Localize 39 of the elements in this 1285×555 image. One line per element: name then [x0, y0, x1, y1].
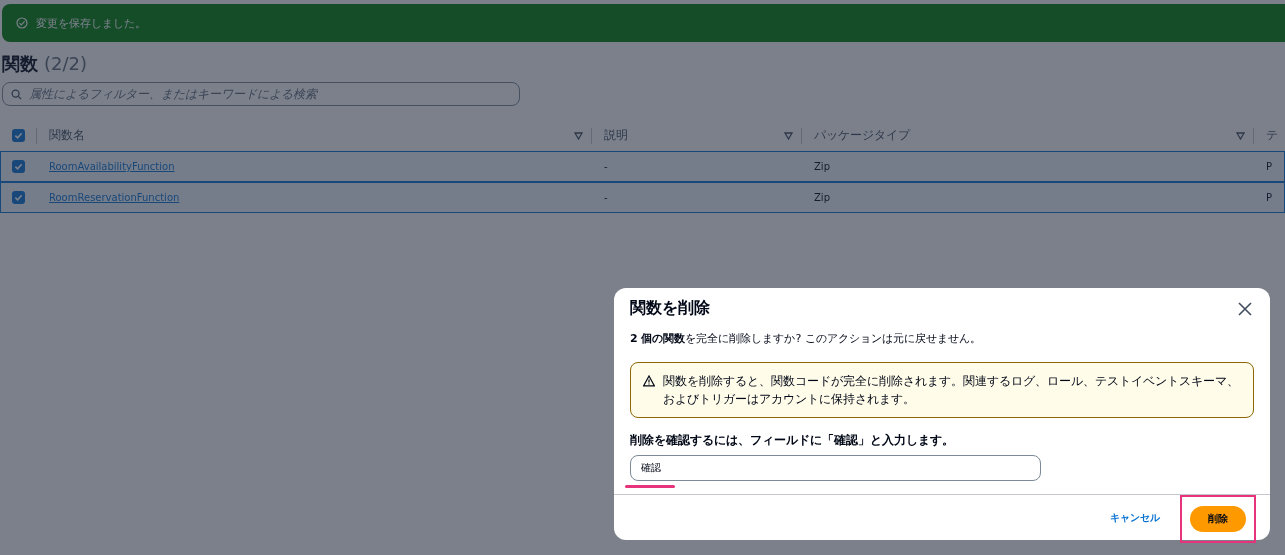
- search-field[interactable]: 属性によるフィルター、またはキーワードによる検索: [2, 82, 520, 106]
- underline-mark: [625, 485, 675, 488]
- close-button[interactable]: [1236, 299, 1254, 318]
- field-label: 削除を確認するには、フィールドに「確認」と入力します。: [630, 432, 955, 449]
- table-cell-text: P: [1265, 192, 1274, 203]
- cancel-button[interactable]: キャンセル: [1104, 509, 1166, 526]
- column-header: パッケージタイプ: [814, 127, 910, 144]
- sort-icon[interactable]: [574, 131, 583, 140]
- column-header: 関数名: [49, 127, 85, 144]
- search-icon: [11, 89, 22, 100]
- warning-icon: [643, 375, 655, 387]
- function-link[interactable]: RoomReservationFunction: [49, 192, 180, 203]
- delete-button[interactable]: 削除: [1190, 505, 1246, 532]
- table-cell-text: P: [1265, 161, 1274, 172]
- page-title: 関数: [2, 52, 38, 76]
- column-header: テ: [1266, 127, 1278, 144]
- sort-icon[interactable]: [784, 131, 793, 140]
- checkbox[interactable]: [12, 129, 25, 142]
- item-count: (2/2): [44, 53, 87, 74]
- confirm-field[interactable]: 確認: [630, 455, 1041, 481]
- checkmark-icon: [14, 131, 23, 140]
- function-link[interactable]: RoomAvailabilityFunction: [49, 161, 175, 172]
- dialog-title: 関数を削除: [630, 298, 710, 319]
- warning-text: 関数を削除すると、関数コードが完全に削除されます。関連するログ、ロール、テストイベントスキーマ、およびトリガーはアカウントに保持されます。: [663, 373, 1240, 408]
- table-cell-text: Zip: [813, 161, 831, 172]
- checkmark-icon: [14, 193, 23, 202]
- check-circle-icon: [16, 17, 28, 29]
- checkmark-icon: [14, 162, 23, 171]
- checkbox[interactable]: [12, 191, 25, 204]
- table-row[interactable]: RoomAvailabilityFunction - Zip P: [0, 151, 1285, 182]
- table-cell-text: Zip: [813, 192, 831, 203]
- column-header: 説明: [604, 127, 628, 144]
- table-row[interactable]: RoomReservationFunction - Zip P: [0, 182, 1285, 213]
- checkbox[interactable]: [12, 160, 25, 173]
- dialog-message: 2 個の関数を完全に削除しますか? このアクションは元に戻せません。: [630, 331, 982, 346]
- sort-icon[interactable]: [1236, 131, 1245, 140]
- banner-message: 変更を保存しました。: [36, 15, 146, 31]
- table-cell-text: -: [603, 192, 609, 203]
- table-cell-text: -: [603, 161, 609, 172]
